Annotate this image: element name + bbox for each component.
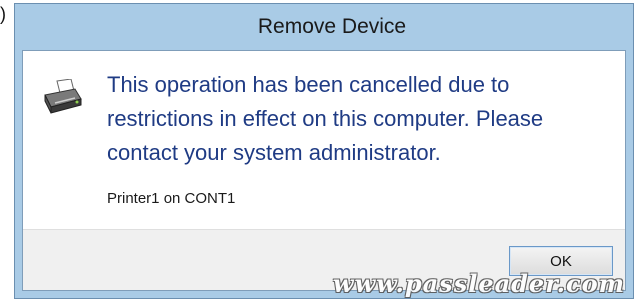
remove-device-dialog: Remove Device This operation has been ca… <box>14 3 634 299</box>
step-marker: ) <box>0 4 6 24</box>
dialog-title: Remove Device <box>257 15 407 38</box>
dialog-content: This operation has been cancelled due to… <box>23 51 625 229</box>
dialog-message: This operation has been cancelled due to… <box>107 72 544 165</box>
dialog-title-bar[interactable]: Remove Device <box>15 4 633 50</box>
screenshot-page: ) Remove Device This operation has been … <box>0 0 637 303</box>
dialog-client-area: This operation has been cancelled due to… <box>22 50 626 291</box>
printer-warning-icon <box>41 78 85 115</box>
device-detail: Printer1 on CONT1 <box>107 190 236 207</box>
watermark: www.passleader.com <box>332 269 625 298</box>
